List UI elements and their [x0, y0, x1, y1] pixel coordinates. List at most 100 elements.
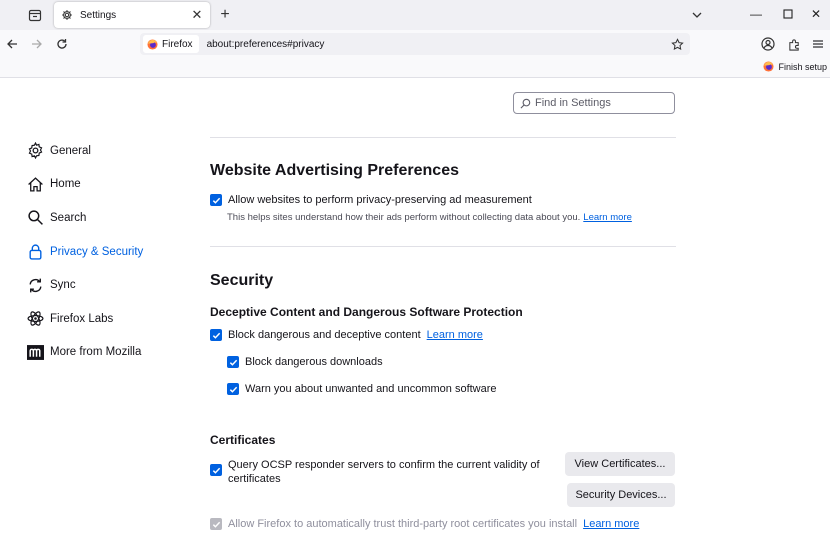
checkmark-icon — [229, 386, 237, 393]
checkmark-icon — [212, 521, 220, 528]
close-icon[interactable]: ✕ — [190, 7, 204, 22]
section-title-advertising: Website Advertising Preferences — [210, 162, 459, 179]
checkmark-icon — [212, 467, 220, 474]
minimize-icon: — — [750, 7, 762, 21]
firefox-logo-icon — [763, 61, 775, 72]
trust-roots-row: Allow Firefox to automatically trust thi… — [210, 518, 639, 530]
finish-setup-button[interactable]: Finish setup — [763, 61, 827, 72]
back-button[interactable] — [3, 35, 21, 53]
account-icon — [761, 37, 775, 51]
block-downloads-label[interactable]: Block dangerous downloads — [245, 356, 383, 368]
warn-uncommon-checkbox[interactable] — [227, 383, 239, 395]
trust-roots-label: Allow Firefox to automatically trust thi… — [228, 518, 578, 530]
maximize-icon — [783, 9, 793, 19]
mozilla-icon — [26, 343, 44, 361]
ocsp-row: Query OCSP responder servers to confirm … — [210, 458, 540, 486]
firefox-view-icon — [28, 9, 42, 22]
security-devices-button[interactable]: Security Devices... — [567, 483, 675, 507]
checkmark-icon — [212, 197, 220, 204]
certificates-learn-more-link[interactable]: Learn more — [583, 518, 639, 530]
tab-settings[interactable]: Settings ✕ — [54, 2, 210, 28]
sidebar-item-label: Firefox Labs — [50, 312, 114, 325]
identity-label: Firefox — [162, 38, 193, 50]
bookmark-star-icon[interactable] — [668, 35, 686, 53]
firefox-view-button[interactable] — [24, 6, 46, 24]
divider — [210, 137, 676, 138]
firefox-logo-icon — [147, 38, 158, 50]
hint-text: This helps sites understand how their ad… — [227, 212, 581, 223]
block-deceptive-checkbox[interactable] — [210, 329, 222, 341]
close-window-button[interactable]: ✕ — [804, 4, 828, 24]
sidebar-item-privacy-security[interactable]: Privacy & Security — [26, 235, 196, 269]
sidebar-item-label: More from Mozilla — [50, 346, 142, 359]
gear-icon — [26, 142, 44, 160]
maximize-button[interactable] — [776, 4, 800, 24]
block-deceptive-row: Block dangerous and deceptive content Le… — [210, 329, 483, 341]
app-menu-button[interactable] — [809, 35, 827, 53]
tab-strip: Settings ✕ + — ✕ — [0, 0, 830, 30]
block-deceptive-label[interactable]: Block dangerous and deceptive content — [228, 329, 421, 341]
sidebar-item-label: Sync — [50, 279, 76, 292]
reload-button[interactable] — [53, 35, 71, 53]
minimize-button[interactable]: — — [744, 4, 768, 24]
account-button[interactable] — [759, 35, 777, 53]
sidebar-item-more-from-mozilla[interactable]: More from Mozilla — [26, 336, 196, 370]
sidebar-item-label: Home — [50, 178, 81, 191]
warn-uncommon-label[interactable]: Warn you about unwanted and uncommon sof… — [245, 383, 497, 395]
settings-search-box[interactable] — [513, 92, 675, 114]
sidebar-item-firefox-labs[interactable]: Firefox Labs — [26, 302, 196, 336]
url-bar[interactable]: Firefox about:preferences#privacy — [140, 33, 690, 55]
gear-icon — [60, 8, 74, 22]
sidebar-item-sync[interactable]: Sync — [26, 268, 196, 302]
warn-uncommon-row: Warn you about unwanted and uncommon sof… — [227, 383, 497, 395]
sidebar-item-home[interactable]: Home — [26, 168, 196, 202]
finish-setup-label: Finish setup — [778, 61, 827, 72]
plus-icon: + — [220, 6, 230, 23]
trust-roots-checkbox[interactable] — [210, 518, 222, 530]
tab-title: Settings — [80, 9, 117, 21]
ad-measurement-hint: This helps sites understand how their ad… — [227, 212, 632, 223]
search-icon — [520, 98, 531, 108]
url-text[interactable]: about:preferences#privacy — [207, 39, 668, 50]
arrow-left-icon — [7, 39, 17, 49]
block-downloads-row: Block dangerous downloads — [227, 356, 383, 368]
arrow-right-icon — [32, 39, 42, 49]
ad-measurement-label[interactable]: Allow websites to perform privacy-preser… — [228, 194, 532, 206]
sidebar-item-label: Privacy & Security — [50, 245, 144, 258]
subsection-title-certificates: Certificates — [210, 433, 276, 447]
sidebar-item-label: General — [50, 144, 91, 157]
search-icon — [26, 209, 44, 227]
bookmarks-toolbar: Finish setup — [0, 58, 830, 78]
hamburger-menu-icon — [813, 40, 823, 48]
close-icon: ✕ — [810, 7, 822, 21]
identity-box[interactable]: Firefox — [143, 35, 199, 53]
ad-measurement-checkbox[interactable] — [210, 194, 222, 206]
sync-icon — [26, 276, 44, 294]
subsection-title-deceptive: Deceptive Content and Dangerous Software… — [210, 305, 523, 319]
extensions-button[interactable] — [785, 35, 803, 53]
puzzle-icon — [788, 38, 799, 51]
home-icon — [26, 175, 44, 193]
section-title-security: Security — [210, 272, 274, 289]
checkmark-icon — [229, 359, 237, 366]
sidebar-item-general[interactable]: General — [26, 134, 196, 168]
ads-learn-more-link[interactable]: Learn more — [583, 212, 632, 223]
navigation-toolbar: Firefox about:preferences#privacy — [0, 30, 830, 58]
sidebar-item-search[interactable]: Search — [26, 201, 196, 235]
block-downloads-checkbox[interactable] — [227, 356, 239, 368]
chevron-down-icon — [692, 12, 702, 18]
settings-search-input[interactable] — [535, 97, 665, 109]
view-certificates-button[interactable]: View Certificates... — [565, 452, 675, 476]
forward-button[interactable] — [28, 35, 46, 53]
sidebar-item-label: Search — [50, 211, 87, 224]
divider — [210, 246, 676, 247]
ocsp-label[interactable]: Query OCSP responder servers to confirm … — [228, 458, 540, 486]
ad-measurement-row: Allow websites to perform privacy-preser… — [210, 194, 532, 206]
settings-sidebar: General Home Search Privacy & Security S… — [26, 134, 196, 369]
ocsp-checkbox[interactable] — [210, 464, 222, 476]
reload-icon — [57, 39, 67, 49]
new-tab-button[interactable]: + — [216, 6, 234, 24]
lock-icon — [26, 243, 44, 261]
list-all-tabs-button[interactable] — [688, 6, 706, 24]
deceptive-learn-more-link[interactable]: Learn more — [427, 329, 483, 341]
